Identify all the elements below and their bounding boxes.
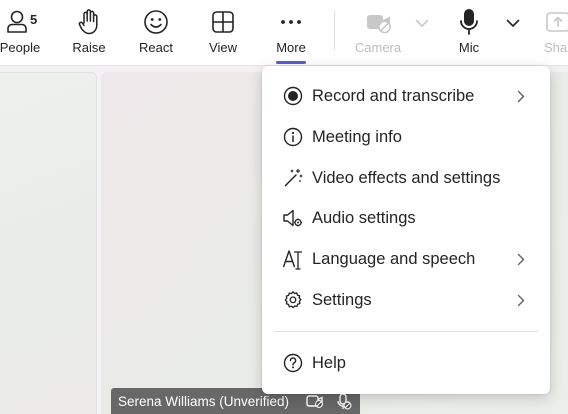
people-icon [5,7,29,37]
chevron-right-icon [514,293,528,307]
language-icon [282,248,304,270]
menu-item-label: Audio settings [312,208,416,227]
react-label: React [139,40,173,55]
chevron-down-icon [415,16,429,30]
chevron-right-icon [514,252,528,266]
mic-button[interactable]: Mic [447,0,491,66]
record-icon [282,85,304,107]
help-icon [282,352,304,374]
people-button[interactable]: 5 People [0,0,44,66]
view-button[interactable]: View [201,0,245,66]
raise-label: Raise [72,40,106,55]
participant-tile-left[interactable] [0,72,97,414]
mic-options-button[interactable] [503,0,523,66]
menu-item-label: Meeting info [312,127,402,146]
react-button[interactable]: React [133,0,179,66]
menu-item-language-and-speech[interactable]: Language and speech [262,240,550,278]
camera-options-button[interactable] [412,0,432,66]
magic-wand-icon [282,167,304,189]
toolbar-divider [334,10,335,50]
chevron-down-icon [506,16,520,30]
meeting-toolbar: 5 People Raise React View More Camera Mi… [0,0,568,66]
people-count: 5 [30,12,38,27]
view-label: View [209,40,237,55]
menu-item-label: Settings [312,290,372,309]
info-icon [282,126,304,148]
menu-item-video-effects[interactable]: Video effects and settings [262,159,550,197]
menu-item-label: Video effects and settings [312,168,501,187]
raise-hand-icon [77,7,101,37]
participant-name: Serena Williams (Unverified) [118,393,290,409]
mic-off-icon [336,393,352,413]
menu-item-audio-settings[interactable]: Audio settings [262,199,550,237]
menu-item-help[interactable]: Help [262,344,550,382]
menu-item-label: Language and speech [312,249,476,268]
meeting-window: Serena Williams (Unverified) 5 People Ra… [0,0,568,414]
share-icon [546,7,568,37]
smiley-icon [143,7,169,37]
menu-item-record-and-transcribe[interactable]: Record and transcribe [262,77,550,115]
menu-item-label: Record and transcribe [312,86,475,105]
speaker-settings-icon [282,207,304,229]
gear-icon [282,289,304,311]
more-label: More [276,40,306,55]
menu-item-settings[interactable]: Settings [262,281,550,319]
share-button[interactable]: Shar [540,0,568,66]
menu-divider [274,331,538,332]
people-label: People [0,40,41,55]
share-label: Shar [544,40,568,55]
more-horizontal-icon [279,7,303,37]
menu-item-label: Help [312,353,346,372]
camera-off-icon [365,7,393,37]
grid-view-icon [211,7,235,37]
more-options-menu: Record and transcribe Meeting info Video… [262,66,550,394]
camera-button[interactable]: Camera [353,0,403,66]
camera-off-icon [306,393,324,412]
more-active-indicator [276,61,306,64]
mic-label: Mic [458,40,480,55]
chevron-right-icon [514,89,528,103]
more-button[interactable]: More [269,0,313,66]
menu-item-meeting-info[interactable]: Meeting info [262,118,550,156]
camera-label: Camera [354,40,402,55]
mic-icon [459,7,479,37]
raise-hand-button[interactable]: Raise [66,0,112,66]
